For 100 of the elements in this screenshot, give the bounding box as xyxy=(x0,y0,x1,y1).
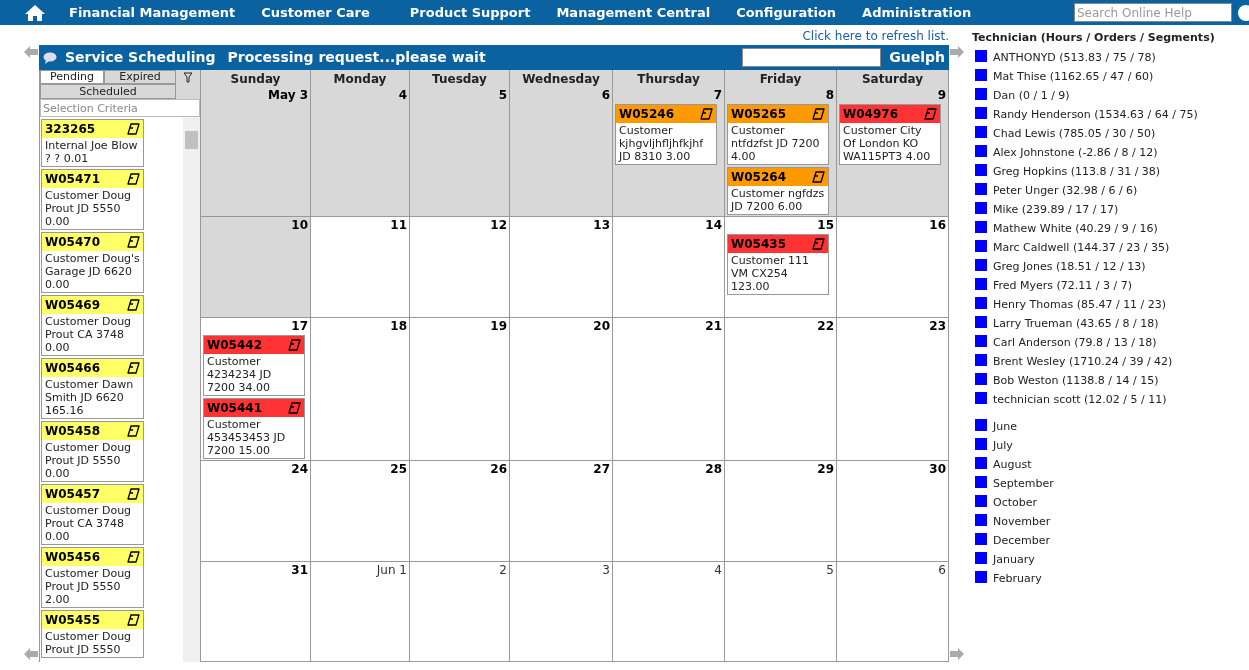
order-card[interactable]: W05458 Customer Doug Prout JD 5550 0.00 xyxy=(41,421,144,482)
day-number: May 3 xyxy=(267,88,308,102)
day-cell[interactable]: 16 xyxy=(837,217,949,318)
day-cell[interactable]: 27 xyxy=(510,461,613,562)
order-card[interactable]: 323265 Internal Joe Blow ? ? 0.01 xyxy=(41,119,144,167)
note-icon[interactable] xyxy=(127,551,140,563)
day-cell[interactable]: 6 xyxy=(510,87,613,217)
order-details: Customer Doug Prout JD 5550 0.00 xyxy=(44,440,133,481)
legend-swatch-icon xyxy=(975,533,987,545)
refresh-link[interactable]: Click here to refresh list. xyxy=(802,27,949,45)
nav-link[interactable]: Administration xyxy=(862,2,972,23)
month-entry: July xyxy=(972,438,1225,452)
order-card[interactable]: W05441 Customer 453453453 JD 7200 15.00 xyxy=(203,398,305,459)
technician-entry: Chad Lewis (785.05 / 30 / 50) xyxy=(972,126,1225,140)
day-cell[interactable]: 23 xyxy=(837,318,949,461)
scrollbar[interactable] xyxy=(183,117,200,662)
day-cell[interactable]: 29 xyxy=(725,461,837,562)
note-icon[interactable] xyxy=(127,362,140,374)
nav-link[interactable]: Customer Care xyxy=(261,2,370,23)
order-card[interactable]: W05469 Customer Doug Prout CA 3748 0.00 xyxy=(41,295,144,356)
day-cell[interactable]: 3 xyxy=(510,562,613,662)
day-cell[interactable]: 6 xyxy=(837,562,949,662)
day-cell[interactable]: 30 xyxy=(837,461,949,562)
selection-criteria-field[interactable]: Selection Criteria xyxy=(40,99,200,117)
day-cell[interactable]: 11 xyxy=(311,217,410,318)
day-cell[interactable]: 17 W05442 Customer 4234234 JD 7200 34.00 W05441 Customer 453453453 JD 7200 15.00 xyxy=(201,318,311,461)
day-cell[interactable]: 5 xyxy=(410,87,510,217)
nav-link[interactable]: Product Support xyxy=(409,2,531,23)
nav-link[interactable]: Management Central xyxy=(556,2,711,23)
order-number: W05466 xyxy=(45,360,100,377)
day-cell[interactable]: 19 xyxy=(410,318,510,461)
note-icon[interactable] xyxy=(700,108,713,120)
day-cell[interactable]: 31 xyxy=(201,562,311,662)
nav-link[interactable]: Financial Management xyxy=(69,2,236,23)
day-cell[interactable]: 28 xyxy=(613,461,725,562)
order-card[interactable]: W05471 Customer Doug Prout JD 5550 0.00 xyxy=(41,169,144,230)
tab[interactable]: Expired xyxy=(104,70,176,84)
legend-swatch-icon xyxy=(975,126,987,138)
nav-link[interactable]: Configuration xyxy=(736,2,837,23)
day-cell[interactable]: 9 W04976 Customer City Of London KO WA115PT3 4.00 xyxy=(837,87,949,217)
day-cell[interactable]: 13 xyxy=(510,217,613,318)
day-cell[interactable]: 26 xyxy=(410,461,510,562)
note-icon[interactable] xyxy=(127,236,140,248)
day-cell[interactable]: 22 xyxy=(725,318,837,461)
technician-entry: technician scott (12.02 / 5 / 11) xyxy=(972,392,1225,406)
order-card[interactable]: W05470 Customer Doug's Garage JD 6620 0.00 xyxy=(41,232,144,293)
day-cell[interactable]: 5 xyxy=(725,562,837,662)
order-card[interactable]: W05246 Customer kjhgvljhfljhfkjhf JD 8310 3.00 xyxy=(615,104,717,165)
help-icon[interactable] xyxy=(1237,3,1249,22)
order-card[interactable]: W04976 Customer City Of London KO WA115PT3 4.00 xyxy=(839,104,941,165)
note-icon[interactable] xyxy=(127,299,140,311)
legend-swatch-icon xyxy=(975,278,987,290)
day-cell[interactable]: 12 xyxy=(410,217,510,318)
day-cell[interactable]: 4 xyxy=(311,87,410,217)
location-field[interactable] xyxy=(742,48,882,67)
day-number: 16 xyxy=(929,218,946,232)
status-message: Processing request...please wait xyxy=(227,48,486,67)
day-cell[interactable]: 18 xyxy=(311,318,410,461)
order-card[interactable]: W05264 Customer ngfdzs JD 7200 6.00 xyxy=(727,167,829,215)
note-icon[interactable] xyxy=(127,488,140,500)
day-cell[interactable]: 20 xyxy=(510,318,613,461)
order-details: Internal Joe Blow ? ? 0.01 xyxy=(44,138,139,166)
home-icon[interactable] xyxy=(24,3,46,22)
search-field[interactable]: Search Online Help xyxy=(1074,3,1232,22)
order-number: W05455 xyxy=(45,612,100,629)
day-cell[interactable]: May 3 xyxy=(201,87,311,217)
order-card[interactable]: W05457 Customer Doug Prout CA 3748 0.00 xyxy=(41,484,144,545)
note-icon[interactable] xyxy=(127,173,140,185)
note-icon[interactable] xyxy=(127,123,140,135)
day-cell[interactable]: 10 xyxy=(201,217,311,318)
day-cell[interactable]: Jun 1 xyxy=(311,562,410,662)
order-card[interactable]: W05466 Customer Dawn Smith JD 6620 165.16 xyxy=(41,358,144,419)
day-number: 13 xyxy=(593,218,610,232)
order-card[interactable]: W05265 Customer ntfdzfst JD 7200 4.00 xyxy=(727,104,829,165)
note-icon[interactable] xyxy=(812,108,825,120)
order-number: W05470 xyxy=(45,234,100,251)
day-cell[interactable]: 15 W05435 Customer 111 VM CX254 123.00 xyxy=(725,217,837,318)
tab[interactable]: Scheduled xyxy=(40,84,176,99)
order-card[interactable]: W05435 Customer 111 VM CX254 123.00 xyxy=(727,234,829,295)
note-icon[interactable] xyxy=(127,425,140,437)
month-entry: November xyxy=(972,514,1225,528)
order-card[interactable]: W05456 Customer Doug Prout JD 5550 2.00 xyxy=(41,547,144,608)
day-number: 4 xyxy=(398,88,407,102)
order-number: W05442 xyxy=(207,337,262,354)
note-icon[interactable] xyxy=(127,614,140,626)
order-details: Customer Dawn Smith JD 6620 165.16 xyxy=(44,377,135,418)
day-cell[interactable]: 8 W05265 Customer ntfdzfst JD 7200 4.00 W05264 Customer ngfdzs JD 7200 6.00 xyxy=(725,87,837,217)
order-card[interactable]: W05455 Customer Doug Prout JD 5550 xyxy=(41,610,144,658)
filter-icon[interactable] xyxy=(183,72,193,83)
order-card[interactable]: W05442 Customer 4234234 JD 7200 34.00 xyxy=(203,335,305,396)
tab[interactable]: Pending xyxy=(40,70,104,84)
day-cell[interactable]: 2 xyxy=(410,562,510,662)
day-cell[interactable]: 4 xyxy=(613,562,725,662)
day-cell[interactable]: 21 xyxy=(613,318,725,461)
day-cell[interactable]: 14 xyxy=(613,217,725,318)
note-icon[interactable] xyxy=(812,171,825,183)
day-cell[interactable]: 7 W05246 Customer kjhgvljhfljhfkjhf JD 8310 3.00 xyxy=(613,87,725,217)
day-cell[interactable]: 24 xyxy=(201,461,311,562)
day-number: 27 xyxy=(593,462,610,476)
day-cell[interactable]: 25 xyxy=(311,461,410,562)
